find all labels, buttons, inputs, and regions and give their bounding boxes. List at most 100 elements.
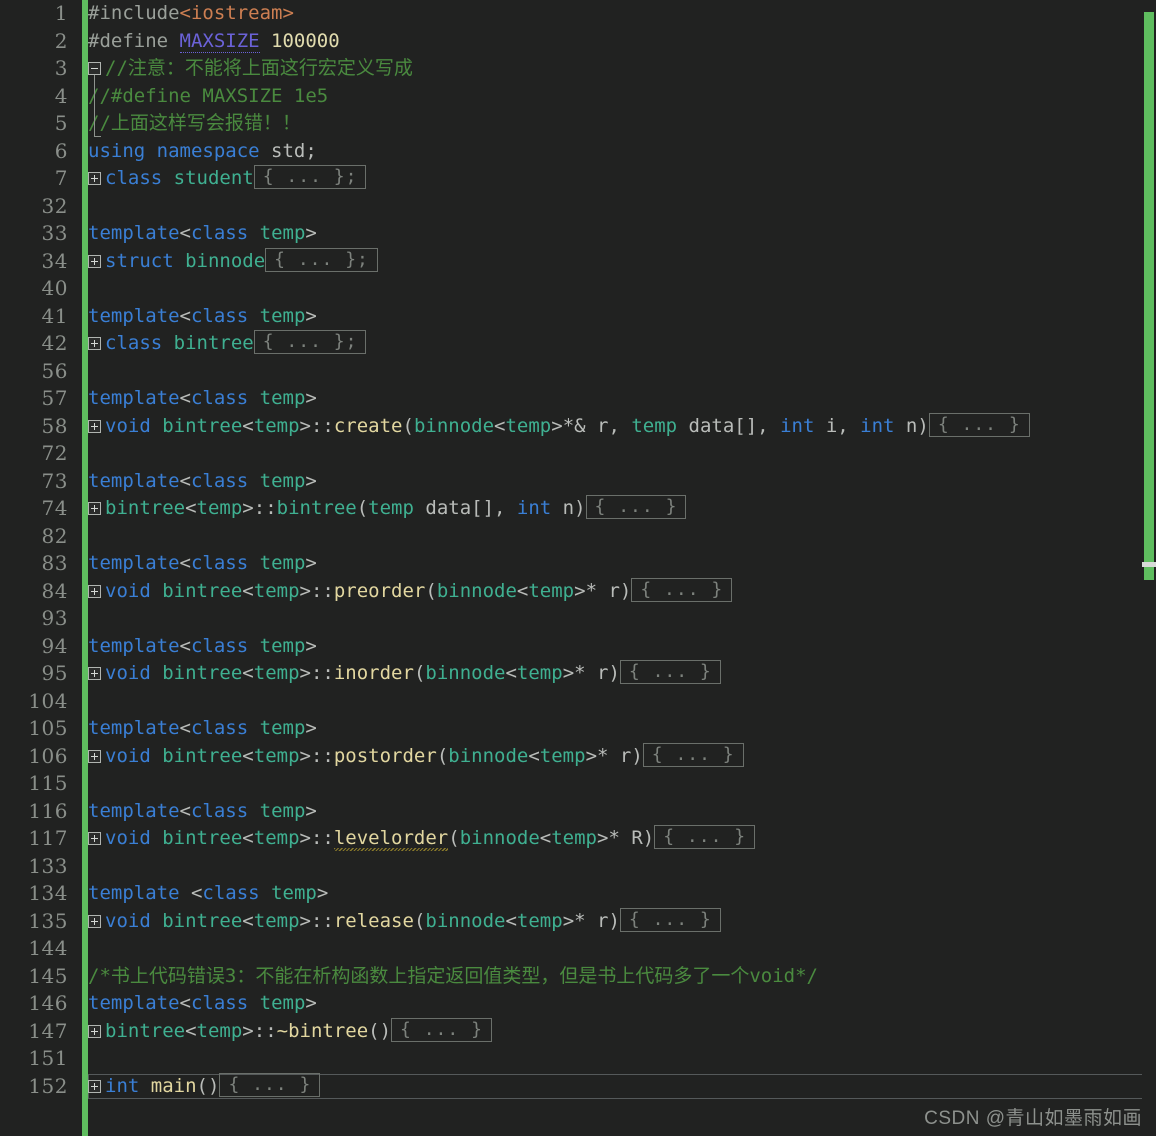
code-line[interactable]: 134 template <class temp> xyxy=(0,880,1156,908)
code-line[interactable]: 116 template<class temp> xyxy=(0,798,1156,826)
line-number: 135 xyxy=(28,908,68,933)
code-token: temp xyxy=(196,1019,243,1042)
code-token: inorder xyxy=(333,662,414,684)
code-token: class xyxy=(105,167,163,189)
code-line[interactable]: 144 xyxy=(0,935,1156,963)
code-line[interactable]: 104 xyxy=(0,688,1156,716)
code-lines-container[interactable]: 1 #include<iostream> 2 #define MAXSIZE 1000… xyxy=(0,0,1156,1100)
folded-block-placeholder[interactable]: { ... } xyxy=(219,1072,321,1097)
code-editor[interactable]: 1 #include<iostream> 2 #define MAXSIZE 1000… xyxy=(0,0,1156,1136)
code-line[interactable]: 34 struct binnode{ ... }; xyxy=(0,247,1156,276)
code-line[interactable]: 94 template<class temp> xyxy=(0,633,1156,661)
code-line[interactable]: 93 xyxy=(0,605,1156,633)
code-line[interactable]: 6 using namespace std; xyxy=(0,138,1156,166)
code-line[interactable]: 152 int main(){ ... } xyxy=(0,1072,1156,1101)
code-line[interactable]: 56 xyxy=(0,358,1156,386)
code-line[interactable]: 95 void bintree<temp>::inorder(binnode<te… xyxy=(0,660,1156,688)
code-line[interactable]: 115 xyxy=(0,770,1156,798)
code-token: ( xyxy=(413,662,426,684)
code-line[interactable]: 133 xyxy=(0,853,1156,881)
code-line[interactable]: 42 class bintree{ ... }; xyxy=(0,330,1156,358)
code-line[interactable]: 105 template<class temp> xyxy=(0,715,1156,743)
line-number: 58 xyxy=(41,413,68,438)
line-number: 32 xyxy=(41,193,68,218)
code-line[interactable]: 147 bintree<temp>::~bintree(){ ... } xyxy=(0,1017,1156,1046)
fold-expand-icon[interactable] xyxy=(88,1024,101,1038)
code-token: int xyxy=(516,497,552,519)
folded-block-placeholder[interactable]: { ... } xyxy=(654,825,756,849)
vertical-scrollbar[interactable] xyxy=(1142,0,1156,1136)
code-line[interactable]: 58 void bintree<temp>::create(binnode<tem… xyxy=(0,412,1156,441)
folded-block-placeholder[interactable]: { ... }; xyxy=(265,247,378,272)
code-line[interactable]: 1 #include<iostream> xyxy=(0,0,1156,28)
code-token: temp xyxy=(253,827,300,849)
code-line[interactable]: 146 template<class temp> xyxy=(0,990,1156,1018)
fold-expand-icon[interactable] xyxy=(88,749,101,763)
code-token: binnode xyxy=(436,579,517,602)
folded-block-placeholder[interactable]: { ... } xyxy=(585,495,687,519)
folded-block-placeholder[interactable]: { ... } xyxy=(619,660,721,684)
code-line[interactable]: 57 template<class temp> xyxy=(0,385,1156,413)
code-line[interactable]: 33 template<class temp> xyxy=(0,220,1156,248)
code-line[interactable]: 40 xyxy=(0,275,1156,303)
code-text: void bintree<temp>::levelorder(binnode<t… xyxy=(105,825,756,853)
code-token: #define xyxy=(88,29,180,52)
folded-block-placeholder[interactable]: { ... }; xyxy=(253,330,367,354)
code-token: > xyxy=(242,1019,254,1042)
code-line[interactable]: 83 template<class temp> xyxy=(0,550,1156,578)
code-line[interactable]: 32 xyxy=(0,193,1156,221)
fold-expand-icon[interactable] xyxy=(88,502,101,515)
fold-expand-icon[interactable] xyxy=(88,914,101,928)
code-line[interactable]: 74 bintree<temp>::bintree(temp data[], in… xyxy=(0,495,1156,523)
code-token: ( xyxy=(413,909,426,932)
fold-expand-icon[interactable] xyxy=(88,419,101,433)
folded-block-placeholder[interactable]: { ... } xyxy=(391,1017,492,1042)
folded-block-placeholder[interactable]: { ... } xyxy=(928,412,1030,437)
line-number: 6 xyxy=(54,138,68,163)
fold-expand-icon[interactable] xyxy=(88,254,101,268)
code-line[interactable]: 7 class student{ ... }; xyxy=(0,165,1156,193)
code-line[interactable]: 2 #define MAXSIZE 100000 xyxy=(0,28,1156,56)
fold-expand-icon[interactable] xyxy=(88,337,101,350)
code-line[interactable]: 73 template<class temp> xyxy=(0,468,1156,496)
line-number: 147 xyxy=(28,1018,68,1043)
code-line[interactable]: 41 template<class temp> xyxy=(0,303,1156,331)
code-token: struct xyxy=(105,249,174,272)
folded-block-placeholder[interactable]: { ... } xyxy=(619,907,721,932)
code-token: int xyxy=(860,414,895,437)
folded-block-placeholder[interactable]: { ... } xyxy=(631,577,733,602)
code-line[interactable]: 5 //上面这样写会报错！！ xyxy=(0,110,1156,138)
code-text: template<class temp> xyxy=(88,550,317,578)
code-line[interactable]: 3 //注意：不能将上面这行宏定义写成 xyxy=(0,55,1156,83)
fold-expand-icon[interactable] xyxy=(88,172,101,185)
scrollbar-thumb[interactable] xyxy=(1144,12,1154,580)
fold-expand-icon[interactable] xyxy=(88,584,101,598)
code-text: bintree<temp>::bintree(temp data[], int … xyxy=(105,495,687,523)
code-line[interactable]: 135 void bintree<temp>::release(binnode<t… xyxy=(0,907,1156,936)
code-token: template xyxy=(88,222,180,244)
fold-expand-icon[interactable] xyxy=(88,1079,101,1093)
code-line[interactable]: 84 void bintree<temp>::preorder(binnode<t… xyxy=(0,577,1156,606)
code-text: //上面这样写会报错！！ xyxy=(88,110,301,138)
fold-collapse-icon[interactable] xyxy=(88,62,101,75)
code-line[interactable]: 117 void bintree<temp>::levelorder(binnod… xyxy=(0,825,1156,853)
code-line[interactable]: 82 xyxy=(0,523,1156,551)
folded-block-placeholder[interactable]: { ... } xyxy=(642,742,744,767)
line-number: 151 xyxy=(28,1046,68,1070)
code-token: class xyxy=(190,634,249,657)
fold-expand-icon[interactable] xyxy=(88,667,101,680)
code-line[interactable]: 4 //#define MAXSIZE 1e5 xyxy=(0,83,1156,111)
code-token: < xyxy=(179,552,191,574)
fold-expand-icon[interactable] xyxy=(88,832,101,845)
code-line[interactable]: 145 /*书上代码错误3：不能在析构函数上指定返回值类型，但是书上代码多了一个v… xyxy=(0,963,1156,991)
code-text: template<class temp> xyxy=(88,990,317,1018)
code-text: #define MAXSIZE 100000 xyxy=(88,28,340,56)
code-token: temp xyxy=(259,799,306,822)
code-line[interactable]: 106 void bintree<temp>::postorder(binnode… xyxy=(0,742,1156,771)
code-line[interactable]: 72 xyxy=(0,440,1156,468)
code-line[interactable]: 151 xyxy=(0,1045,1156,1073)
folded-block-placeholder[interactable]: { ... }; xyxy=(253,165,367,189)
